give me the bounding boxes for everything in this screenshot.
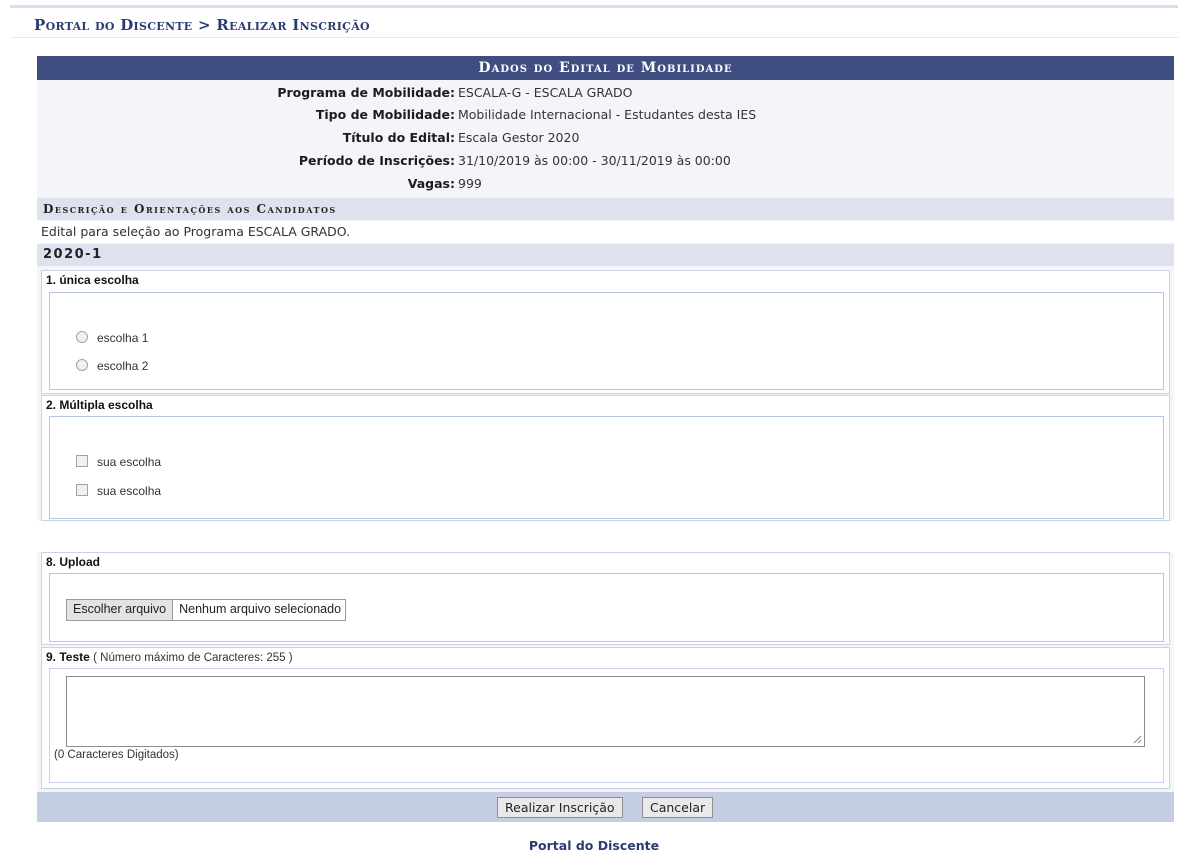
info-value: 31/10/2019 às 00:00 - 30/11/2019 às 00:0… [458,153,731,168]
info-row-periodo: Período de Inscrições: 31/10/2019 às 00:… [37,150,1174,172]
radio-button[interactable] [76,331,88,343]
info-label: Programa de Mobilidade: [277,85,455,100]
question-upload: 8. Upload Escolher arquivo Nenhum arquiv… [41,552,1170,645]
checkbox[interactable] [76,484,88,496]
question-title: 1. única escolha [46,273,139,287]
radio-option-2[interactable]: escolha 2 [76,357,148,375]
option-label: sua escolha [97,455,162,469]
question-title: 8. Upload [46,555,100,569]
option-label: escolha 2 [97,359,149,373]
action-bar: Realizar Inscrição Cancelar [37,792,1174,822]
char-limit-hint: ( Número máximo de Caracteres: 255 ) [93,652,293,664]
answer-textarea[interactable] [66,676,1145,747]
info-row-vagas: Vagas: 999 [37,173,1174,195]
info-value: ESCALA-G - ESCALA GRADO [458,85,633,100]
checkbox-option-2[interactable]: sua escolha [76,482,161,500]
checkbox[interactable] [76,455,88,467]
choose-file-button[interactable]: Escolher arquivo [67,600,174,620]
question-title: 2. Múltipla escolha [46,398,153,412]
question-text: 9. Teste ( Número máximo de Caracteres: … [41,647,1170,789]
info-label: Vagas: [407,176,455,191]
upload-area: Escolher arquivo Nenhum arquivo selecion… [49,573,1164,642]
portal-link[interactable]: Portal do Discente [0,838,1188,853]
description-text: Edital para seleção ao Programa ESCALA G… [37,221,1174,243]
question-multiple-choice: 2. Múltipla escolha sua escolha sua esco… [41,395,1170,521]
info-label: Tipo de Mobilidade: [315,107,455,122]
info-row-tipo: Tipo de Mobilidade: Mobilidade Internaci… [37,104,1174,126]
question-options: escolha 1 escolha 2 [49,292,1164,390]
period-heading: 2020-1 [37,244,1174,266]
info-label: Período de Inscrições: [298,153,455,168]
text-answer-area: (0 Caracteres Digitados) [49,668,1164,783]
submit-button[interactable]: Realizar Inscrição [497,797,623,818]
radio-option-1[interactable]: escolha 1 [76,329,148,347]
info-value: Mobilidade Internacional - Estudantes de… [458,107,757,122]
resize-grip-icon[interactable] [1133,735,1142,744]
file-status: Nenhum arquivo selecionado [179,602,342,616]
panel-title: Dados do Edital de Mobilidade [37,56,1174,80]
option-label: escolha 1 [97,331,149,345]
breadcrumb-bar: Portal do Discente > Realizar Inscrição [10,5,1178,38]
question-title-text: 9. Teste [46,650,90,664]
question-title-text: 1. única escolha [46,273,139,287]
checkbox-option-1[interactable]: sua escolha [76,453,161,471]
radio-button[interactable] [76,359,88,371]
file-input[interactable]: Escolher arquivo Nenhum arquivo selecion… [66,599,347,621]
char-counter: (0 Caracteres Digitados) [54,749,179,761]
info-value: Escala Gestor 2020 [458,130,580,145]
form-panel-continued: 8. Upload Escolher arquivo Nenhum arquiv… [37,552,1174,822]
edital-panel: Dados do Edital de Mobilidade Programa d… [37,56,1174,521]
info-row-programa: Programa de Mobilidade: ESCALA-G - ESCAL… [37,82,1174,104]
description-heading: Descrição e Orientações aos Candidatos [37,198,1174,220]
question-title-text: 8. Upload [46,555,101,569]
info-row-titulo: Título do Edital: Escala Gestor 2020 [37,127,1174,149]
question-title-text: 2. Múltipla escolha [46,398,153,412]
option-label: sua escolha [97,484,162,498]
question-single-choice: 1. única escolha escolha 1 escolha 2 [41,270,1170,394]
cancel-button[interactable]: Cancelar [642,797,714,818]
info-value: 999 [458,176,482,191]
question-title: 9. Teste ( Número máximo de Caracteres: … [46,650,293,664]
info-label: Título do Edital: [342,130,455,145]
breadcrumb: Portal do Discente > Realizar Inscrição [34,16,370,34]
question-options: sua escolha sua escolha [49,416,1164,519]
